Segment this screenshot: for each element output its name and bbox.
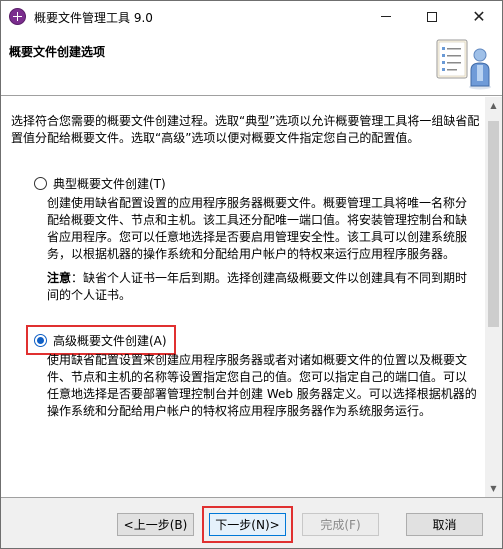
scroll-up-arrow-icon[interactable]: ▲ bbox=[485, 97, 502, 114]
scroll-down-arrow-icon[interactable]: ▼ bbox=[485, 480, 502, 497]
back-button[interactable]: <上一步(B) bbox=[117, 513, 194, 536]
profile-management-window: 概要文件管理工具 9.0 ✕ 概要文件创建选项 选择符合您需要的概要文件创建过程… bbox=[0, 0, 503, 549]
vertical-scrollbar[interactable]: ▲ ▼ bbox=[485, 97, 502, 497]
note-text: ：缺省个人证书一年后到期。选择创建高级概要文件以创建具有不同到期时间的个人证书。 bbox=[47, 271, 468, 302]
note-label: 注意 bbox=[47, 271, 72, 285]
advanced-profile-option[interactable]: 高级概要文件创建(A) bbox=[26, 325, 176, 355]
maximize-icon bbox=[427, 11, 437, 22]
close-icon: ✕ bbox=[472, 6, 486, 26]
wizard-header: 概要文件创建选项 bbox=[1, 32, 502, 96]
typical-profile-option[interactable]: 典型概要文件创建(T) bbox=[34, 175, 166, 192]
advanced-radio-label[interactable]: 高级概要文件创建(A) bbox=[53, 332, 167, 349]
minimize-button[interactable] bbox=[363, 1, 409, 32]
typical-radio-label[interactable]: 典型概要文件创建(T) bbox=[53, 175, 166, 192]
app-logo-icon bbox=[9, 8, 26, 25]
cancel-button[interactable]: 取消 bbox=[406, 513, 483, 536]
typical-description: 创建使用缺省配置设置的应用程序服务器概要文件。概要管理工具将唯一名称分配给概要文… bbox=[47, 196, 468, 261]
advanced-radio[interactable] bbox=[34, 334, 47, 347]
page-title: 概要文件创建选项 bbox=[9, 45, 106, 59]
minimize-icon bbox=[381, 16, 391, 17]
typical-radio[interactable] bbox=[34, 177, 47, 190]
finish-button[interactable]: 完成(F) bbox=[302, 513, 379, 536]
window-title: 概要文件管理工具 9.0 bbox=[34, 11, 153, 25]
advanced-description: 使用缺省配置设置来创建应用程序服务器或者对诸如概要文件的位置以及概要文件、节点和… bbox=[47, 353, 477, 418]
typical-note: 注意：缺省个人证书一年后到期。选择创建高级概要文件以创建具有不同到期时间的个人证… bbox=[47, 270, 477, 304]
wizard-footer: <上一步(B) 下一步(N)> 完成(F) 取消 bbox=[1, 497, 502, 548]
next-button-highlight: 下一步(N)> bbox=[202, 506, 293, 543]
intro-text: 选择符合您需要的概要文件创建过程。选取“典型”选项以允许概要管理工具将一组缺省配… bbox=[11, 114, 480, 145]
close-button[interactable]: ✕ bbox=[456, 1, 502, 32]
maximize-button[interactable] bbox=[409, 1, 455, 32]
wizard-content: 选择符合您需要的概要文件创建过程。选取“典型”选项以允许概要管理工具将一组缺省配… bbox=[1, 97, 502, 497]
wizard-checklist-user-icon bbox=[436, 39, 491, 90]
scrollbar-thumb[interactable] bbox=[488, 121, 499, 327]
title-bar[interactable]: 概要文件管理工具 9.0 ✕ bbox=[1, 1, 502, 32]
options-scroll-area[interactable]: 选择符合您需要的概要文件创建过程。选取“典型”选项以允许概要管理工具将一组缺省配… bbox=[1, 97, 485, 497]
next-button[interactable]: 下一步(N)> bbox=[209, 513, 286, 536]
